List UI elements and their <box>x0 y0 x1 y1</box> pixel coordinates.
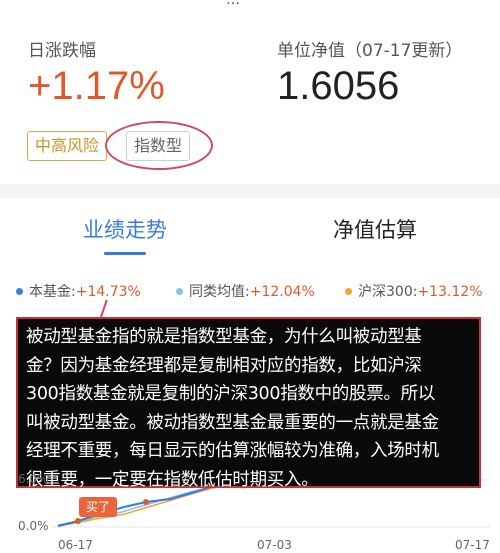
y-tick-6pct: 6.0% <box>18 472 49 486</box>
active-tab-indicator <box>104 252 146 255</box>
legend-peer-label: 同类均值: <box>189 284 250 300</box>
x-tick-mid: 07-03 <box>257 538 292 552</box>
annotation-line-1: 被动型基金指的就是指数型基金，为什么叫被动型基 <box>26 327 422 347</box>
annotation-line-5: 经理不重要，每日显示的估算涨幅较为准确，入场时机 <box>26 441 439 461</box>
chart-legend: 本基金:+14.73% 同类均值:+12.04% 沪深300:+13.12% <box>0 281 500 301</box>
legend-item-csi300: 沪深300:+13.12% <box>345 281 483 301</box>
top-cut-text: … <box>226 0 240 8</box>
fund-dot-icon <box>16 288 23 295</box>
csi300-dot-icon <box>345 288 352 295</box>
legend-peer-value: +12.04% <box>249 284 315 300</box>
x-tick-start: 06-17 <box>58 538 93 552</box>
annotation-line-3: 300指数基金就是复制的沪深300指数中的股票。所以 <box>26 384 436 404</box>
tab-performance[interactable]: 业绩走势 <box>83 214 167 244</box>
x-tick-end: 07-17 <box>455 538 490 552</box>
daily-change-value: +1.17% <box>28 64 165 108</box>
daily-change-label: 日涨跌幅 <box>28 41 96 61</box>
unit-nav-label: 单位净值（07-17更新） <box>277 41 463 61</box>
y-tick-0pct: 0.0% <box>18 519 49 533</box>
trade-point-marker <box>143 499 149 505</box>
hand-drawn-circle <box>105 121 213 170</box>
tab-nav-estimate[interactable]: 净值估算 <box>333 214 417 244</box>
annotation-line-6: 很重要，一定要在指数低估时期买入。 <box>26 469 319 490</box>
section-divider <box>0 184 500 198</box>
annotation-overlay: 被动型基金指的就是指数型基金，为什么叫被动型基 金？因为基金经理都是复制相对应的… <box>16 317 481 490</box>
legend-item-fund: 本基金:+14.73% <box>16 281 141 301</box>
annotation-line-2: 金？因为基金经理都是复制相对应的指数，比如沪深 <box>26 355 422 376</box>
legend-csi-label: 沪深300: <box>358 284 418 300</box>
peer-dot-icon <box>176 288 183 295</box>
legend-item-peer: 同类均值:+12.04% <box>176 281 315 301</box>
legend-fund-value: +14.73% <box>75 284 141 300</box>
buy-point-marker <box>75 518 81 524</box>
risk-level-tag: 中高风险 <box>27 131 108 161</box>
legend-fund-label: 本基金: <box>29 284 76 300</box>
buy-badge: 买了 <box>79 497 117 517</box>
legend-csi-value: +13.12% <box>417 284 483 300</box>
unit-nav-value: 1.6056 <box>277 64 400 108</box>
annotation-line-4: 叫被动型基金。被动指数型基金最重要的一点就是基金 <box>26 412 439 433</box>
